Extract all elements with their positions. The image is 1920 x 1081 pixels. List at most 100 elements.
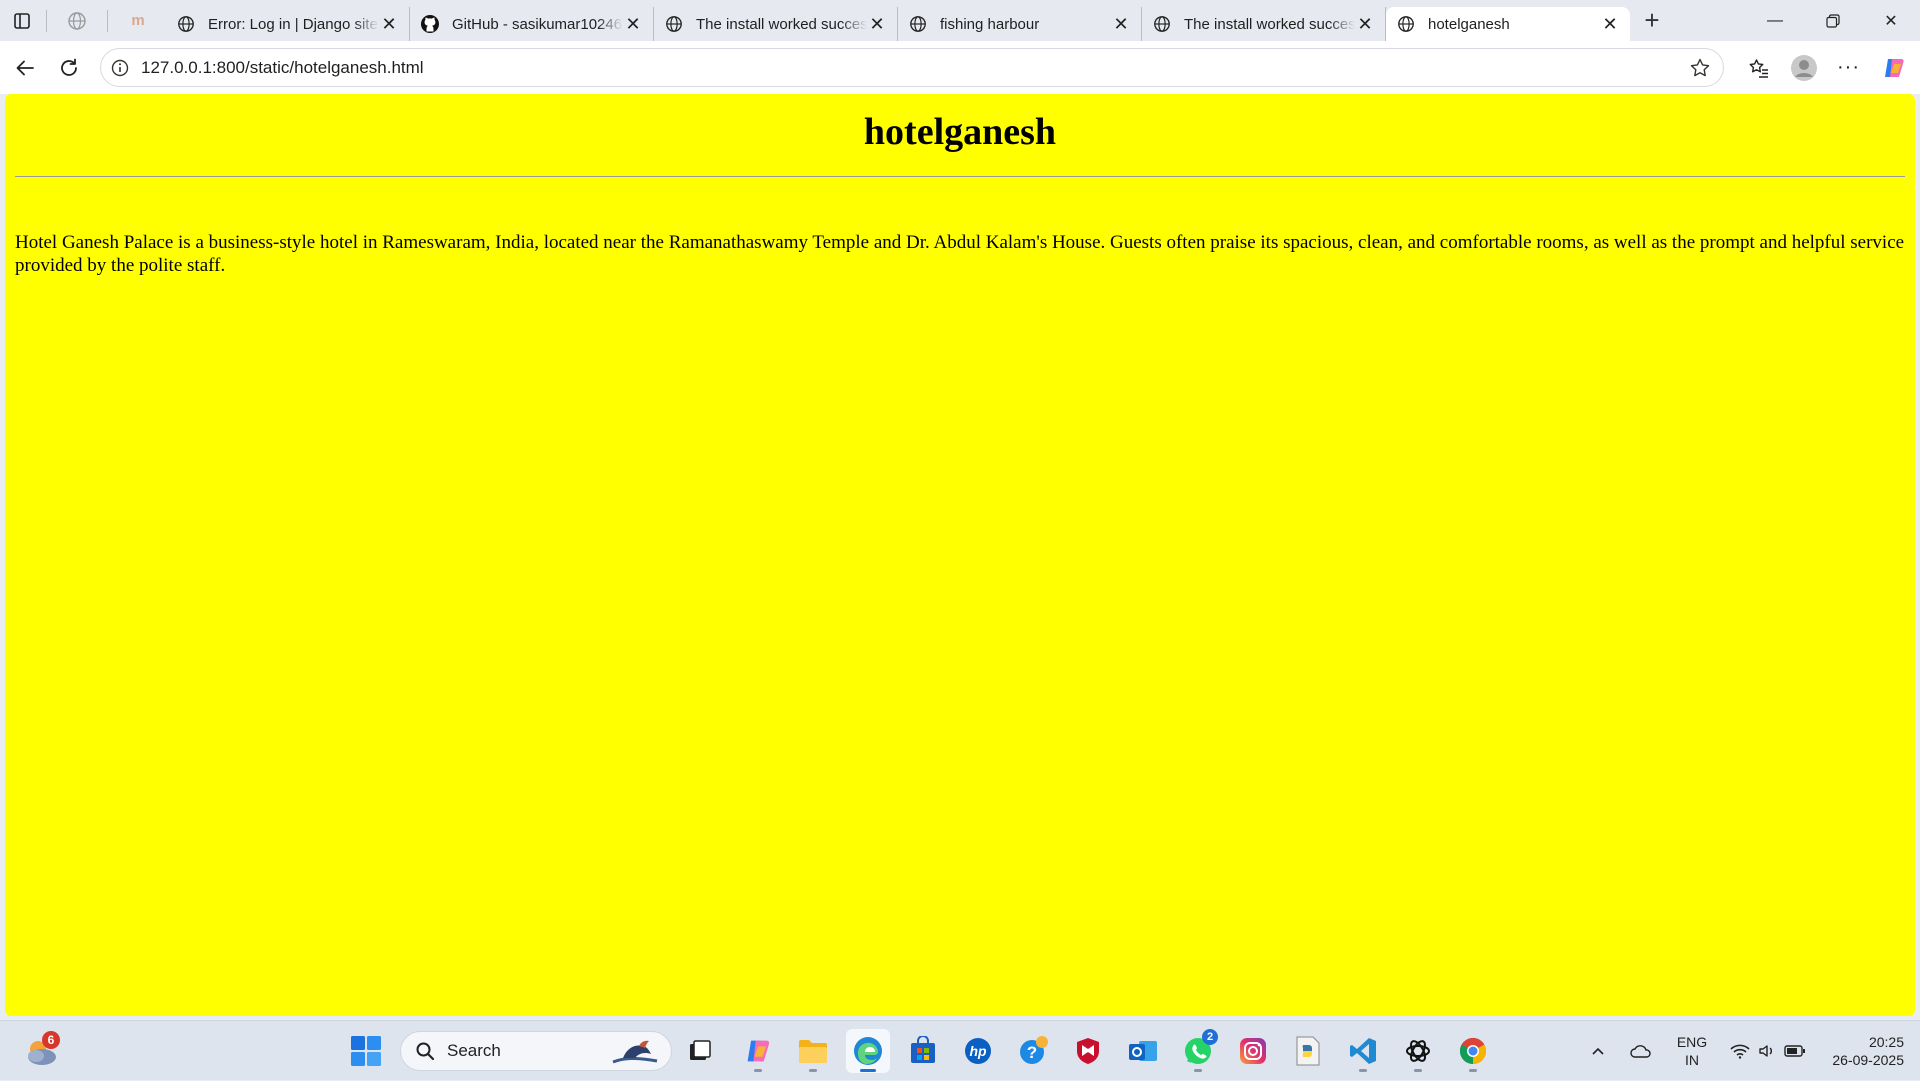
taskbar-app-whatsapp[interactable]: 2: [1176, 1029, 1220, 1073]
more-dots-icon: ···: [1837, 56, 1860, 78]
tab-fishing-harbour[interactable]: fishing harbour ✕: [898, 7, 1142, 41]
svg-text:hp: hp: [969, 1043, 987, 1059]
tab-close-icon[interactable]: ✕: [1355, 14, 1375, 34]
restore-button[interactable]: [1804, 0, 1862, 41]
copilot-icon: [747, 1040, 770, 1062]
running-indicator: [1359, 1069, 1367, 1072]
lang-region: IN: [1685, 1052, 1699, 1068]
help-icon: ?: [1020, 1036, 1048, 1064]
tab-django-admin[interactable]: Error: Log in | Django site admin ✕: [166, 7, 410, 41]
divider: [15, 176, 1905, 178]
onedrive-cloud-icon: [1630, 1045, 1651, 1058]
weather-badge: 6: [42, 1031, 60, 1049]
pinned-tab-logo[interactable]: m: [110, 0, 166, 41]
instagram-icon: [1240, 1038, 1266, 1064]
whatsapp-badge: 2: [1202, 1029, 1218, 1045]
clock[interactable]: 20:25 26-09-2025: [1816, 1021, 1920, 1081]
weather-widget[interactable]: 6: [20, 1029, 64, 1073]
battery-icon: [1784, 1045, 1805, 1057]
running-indicator: [1469, 1069, 1477, 1072]
start-button[interactable]: [350, 1035, 382, 1067]
tab-install-worked-1[interactable]: The install worked successfully! ✕: [654, 7, 898, 41]
copilot-button[interactable]: [1871, 48, 1916, 88]
quick-settings-button[interactable]: [1720, 1021, 1816, 1081]
taskbar-app-copilot[interactable]: [736, 1029, 780, 1073]
close-window-button[interactable]: ✕: [1862, 0, 1920, 41]
running-indicator: [1414, 1069, 1422, 1072]
taskbar-app-hp[interactable]: hp: [956, 1029, 1000, 1073]
back-button[interactable]: [3, 48, 47, 88]
globe-icon: [1396, 14, 1416, 34]
settings-more-button[interactable]: ···: [1826, 48, 1871, 88]
address-bar[interactable]: 127.0.0.1:800/static/hotelganesh.html: [100, 48, 1724, 87]
taskbar-app-outlook[interactable]: [1121, 1029, 1165, 1073]
tab-github[interactable]: GitHub - sasikumar10246 ✕: [410, 7, 654, 41]
copilot-icon: [1884, 58, 1904, 77]
pinned-logo-icon: m: [131, 12, 145, 29]
restore-icon: [1826, 13, 1840, 28]
tab-hotelganesh[interactable]: hotelganesh ✕: [1386, 7, 1630, 41]
taskbar-app-instagram[interactable]: [1231, 1029, 1275, 1073]
search-icon: [416, 1042, 435, 1061]
plus-icon: +: [1644, 5, 1660, 35]
taskbar-app-mcafee[interactable]: [1066, 1029, 1110, 1073]
chrome-icon: [1459, 1037, 1487, 1065]
pinned-tab-globe[interactable]: [49, 0, 105, 41]
globe-icon: [1152, 14, 1172, 34]
tab-install-worked-2[interactable]: The install worked successfully! ✕: [1142, 7, 1386, 41]
favorites-button[interactable]: [1736, 48, 1781, 88]
taskbar-app-store[interactable]: [901, 1029, 945, 1073]
language-indicator[interactable]: ENG IN: [1664, 1021, 1720, 1081]
tab-close-icon[interactable]: ✕: [379, 14, 399, 34]
tab-separator: [107, 9, 108, 32]
chevron-up-icon: [1592, 1047, 1604, 1055]
tab-close-icon[interactable]: ✕: [867, 14, 887, 34]
taskbar-app-chrome[interactable]: [1451, 1029, 1495, 1073]
search-highlight-icon: [609, 1036, 661, 1073]
tab-actions-button[interactable]: [0, 0, 44, 41]
profile-button[interactable]: [1781, 48, 1826, 88]
favorite-star-icon[interactable]: [1689, 57, 1711, 84]
tab-close-icon[interactable]: ✕: [1600, 14, 1620, 34]
vscode-icon: [1350, 1038, 1376, 1064]
tab-close-icon[interactable]: ✕: [1111, 14, 1131, 34]
close-icon: ✕: [1884, 12, 1898, 30]
globe-icon: [176, 14, 196, 34]
wifi-icon: [1730, 1044, 1750, 1059]
running-indicator: [1194, 1069, 1202, 1072]
back-arrow-icon: [16, 60, 34, 75]
tab-title: The install worked successfully!: [1184, 15, 1355, 33]
minimize-button[interactable]: —: [1746, 0, 1804, 41]
taskbar-app-help[interactable]: ?: [1011, 1029, 1055, 1073]
taskbar-app-vscode[interactable]: [1341, 1029, 1385, 1073]
hotel-description: Hotel Ganesh Palace is a business-style …: [15, 232, 1905, 276]
onedrive-button[interactable]: [1618, 1021, 1664, 1081]
tab-title: Error: Log in | Django site admin: [208, 15, 379, 33]
taskbar-app-edge[interactable]: [846, 1029, 890, 1073]
windows-taskbar: 6 Search hp ? 2 ENG IN 20:25 26-09-2025: [0, 1020, 1920, 1080]
python-file-icon: [1296, 1036, 1320, 1066]
tab-close-icon[interactable]: ✕: [623, 14, 643, 34]
taskbar-app-python-idle[interactable]: [1286, 1029, 1330, 1073]
svg-text:?: ?: [1027, 1043, 1037, 1062]
lang-code: ENG: [1676, 1034, 1708, 1050]
edge-icon: [854, 1037, 882, 1065]
tab-strip: m Error: Log in | Django site admin ✕ Gi…: [0, 0, 1920, 41]
taskbar-app-file-explorer[interactable]: [791, 1029, 835, 1073]
avatar-icon: [1790, 54, 1817, 81]
taskbar-app-task-view[interactable]: [678, 1029, 722, 1073]
chatgpt-icon: [1406, 1040, 1430, 1062]
reload-button[interactable]: [47, 48, 91, 88]
tray-overflow-button[interactable]: [1578, 1021, 1618, 1081]
minimize-icon: —: [1767, 11, 1783, 29]
tab-title: The install worked successfully!: [696, 15, 867, 33]
task-view-icon: [690, 1040, 711, 1060]
taskbar-app-chatgpt[interactable]: [1396, 1029, 1440, 1073]
running-indicator: [754, 1069, 762, 1072]
info-icon[interactable]: [111, 59, 129, 77]
browser-toolbar: 127.0.0.1:800/static/hotelganesh.html ··…: [0, 41, 1920, 94]
new-tab-button[interactable]: +: [1630, 0, 1674, 41]
outlook-icon: [1129, 1041, 1157, 1061]
taskbar-search[interactable]: Search: [400, 1031, 672, 1071]
store-icon: [911, 1036, 935, 1063]
